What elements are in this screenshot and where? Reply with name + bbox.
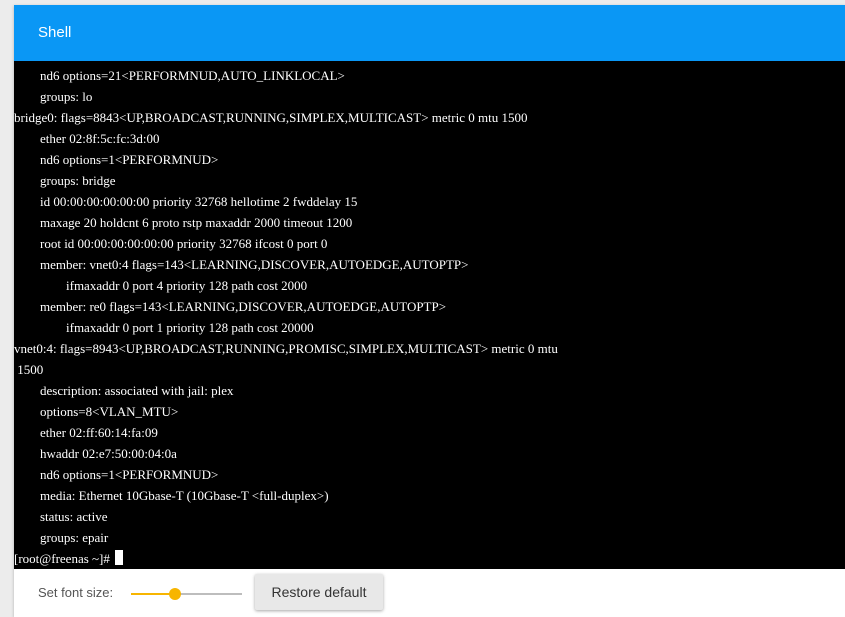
restore-default-button[interactable]: Restore default — [255, 574, 383, 610]
shell-card: Shell nd6 options=21<PERFORMNUD,AUTO_LIN… — [14, 5, 845, 617]
font-size-slider[interactable] — [131, 584, 242, 604]
terminal-output[interactable]: nd6 options=21<PERFORMNUD,AUTO_LINKLOCAL… — [14, 61, 845, 569]
terminal-cursor — [115, 550, 124, 565]
terminal-line: ether 02:ff:60:14:fa:09 — [14, 425, 158, 440]
terminal-line: hwaddr 02:e7:50:00:04:0a — [14, 446, 177, 461]
terminal-line: maxage 20 holdcnt 6 proto rstp maxaddr 2… — [14, 215, 353, 230]
slider-thumb[interactable] — [169, 588, 181, 600]
terminal-line: id 00:00:00:00:00:00 priority 32768 hell… — [14, 194, 358, 209]
terminal-line: vnet0:4: flags=8943<UP,BROADCAST,RUNNING… — [14, 341, 558, 356]
terminal-line: member: re0 flags=143<LEARNING,DISCOVER,… — [14, 299, 447, 314]
terminal-line: bridge0: flags=8843<UP,BROADCAST,RUNNING… — [14, 110, 528, 125]
terminal-prompt-line[interactable]: [root@freenas ~]# — [14, 548, 124, 569]
terminal-line: description: associated with jail: plex — [14, 383, 234, 398]
terminal-line: ifmaxaddr 0 port 4 priority 128 path cos… — [14, 278, 308, 293]
terminal-line: nd6 options=1<PERFORMNUD> — [14, 152, 219, 167]
terminal-line: nd6 options=21<PERFORMNUD,AUTO_LINKLOCAL… — [14, 68, 345, 83]
terminal-line: options=8<VLAN_MTU> — [14, 404, 179, 419]
shell-toolbar: Shell — [14, 5, 845, 61]
terminal-line: groups: bridge — [14, 173, 116, 188]
terminal-line: media: Ethernet 10Gbase-T (10Gbase-T <fu… — [14, 488, 329, 503]
shell-prompt: [root@freenas ~]# — [14, 551, 114, 566]
terminal-line: root id 00:00:00:00:00:00 priority 32768… — [14, 236, 328, 251]
page-title: Shell — [38, 24, 72, 41]
terminal-line: groups: lo — [14, 89, 93, 104]
terminal-line: status: active — [14, 509, 108, 524]
terminal-line: 1500 — [14, 362, 44, 377]
terminal-line: ifmaxaddr 0 port 1 priority 128 path cos… — [14, 320, 314, 335]
shell-footer: Set font size: Restore default — [14, 569, 845, 617]
terminal-line: nd6 options=1<PERFORMNUD> — [14, 467, 219, 482]
font-size-label: Set font size: — [38, 585, 114, 600]
terminal-line: ether 02:8f:5c:fc:3d:00 — [14, 131, 160, 146]
terminal-line: groups: epair — [14, 530, 109, 545]
terminal-line: member: vnet0:4 flags=143<LEARNING,DISCO… — [14, 257, 469, 272]
